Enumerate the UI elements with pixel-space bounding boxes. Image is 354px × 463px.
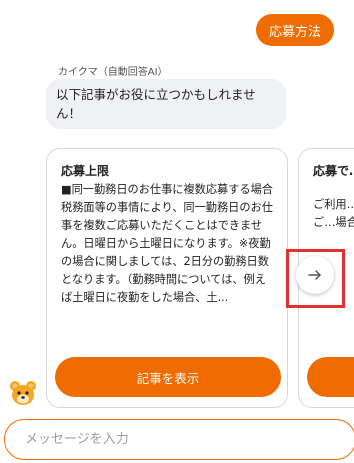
message-input[interactable] bbox=[4, 419, 354, 460]
article-card-body: ご利用…になり…クップで…すの…ルのご…場合▼…※上記… bbox=[313, 198, 354, 229]
arrow-right-icon bbox=[308, 270, 321, 280]
user-message-bubble[interactable]: 応募方法 bbox=[256, 14, 334, 46]
article-card: 応募上限 ■同一勤務日のお仕事に複数応募する場合税務面等の事情により、同一勤務日… bbox=[46, 148, 288, 408]
bear-mascot-icon bbox=[10, 381, 36, 405]
view-article-button[interactable] bbox=[307, 357, 354, 397]
article-card-title: 応募で…ない bbox=[313, 164, 354, 178]
carousel-next-button[interactable] bbox=[296, 256, 334, 294]
bot-message-bubble: 以下記事がお役に立つかもしれません！ bbox=[46, 79, 286, 129]
chat-window: 応募方法 カイクマ（自動回答AI） 以下記事がお役に立つかもしれません！ 応募上… bbox=[0, 0, 354, 463]
article-card-body: ■同一勤務日のお仕事に複数応募する場合税務面等の事情により、同一勤務日のお仕事を… bbox=[61, 183, 273, 304]
article-card-title: 応募上限 bbox=[61, 164, 110, 178]
view-article-button[interactable]: 記事を表示 bbox=[55, 357, 281, 397]
bot-name-label: カイクマ（自動回答AI） bbox=[58, 67, 168, 78]
